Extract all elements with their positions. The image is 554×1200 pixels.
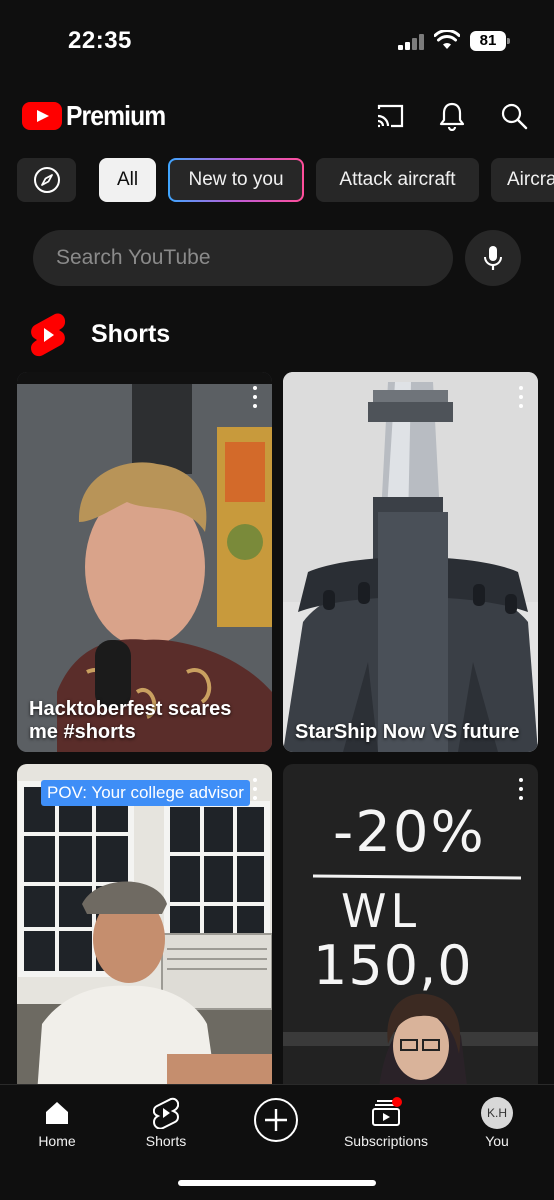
short-card[interactable]: POV: Your college advisor [17, 764, 272, 1094]
explore-chip[interactable] [17, 158, 76, 202]
chip-attack-aircraft[interactable]: Attack aircraft [316, 158, 479, 202]
more-options-icon[interactable] [250, 386, 260, 408]
more-options-icon[interactable] [516, 778, 526, 800]
app-header: Premium [0, 92, 554, 140]
status-time: 22:35 [68, 27, 132, 54]
nav-label: Subscriptions [343, 1133, 429, 1149]
chip-aircraft[interactable]: Aircraft [491, 158, 554, 202]
short-caption: StarShip Now VS future [295, 721, 520, 743]
nav-you[interactable]: K.H You [447, 1095, 547, 1159]
home-icon [46, 1102, 68, 1124]
short-thumbnail [17, 764, 272, 1094]
search-icon[interactable] [494, 96, 534, 136]
shorts-section-header: Shorts [0, 310, 554, 360]
chip-new-to-you[interactable]: New to you [168, 158, 304, 202]
cellular-signal-icon [398, 34, 426, 50]
logo-text: Premium [66, 100, 166, 131]
more-options-icon[interactable] [516, 386, 526, 408]
short-thumbnail [283, 372, 538, 752]
short-card[interactable]: -20% WL 150,0 [283, 764, 538, 1094]
cast-icon[interactable] [370, 96, 410, 136]
notification-dot [392, 1097, 402, 1107]
youtube-logo-icon [22, 102, 62, 130]
short-caption: Hacktoberfest scares me #shorts [29, 698, 232, 743]
avatar-icon: K.H [481, 1097, 513, 1129]
nav-label: Shorts [145, 1133, 187, 1149]
microphone-icon [484, 246, 502, 270]
nav-shorts[interactable]: Shorts [116, 1095, 216, 1159]
search-bar[interactable] [33, 230, 453, 286]
shorts-logo-icon [31, 313, 66, 357]
voice-search-button[interactable] [465, 230, 521, 286]
short-card[interactable]: StarShip Now VS future [283, 372, 538, 752]
youtube-premium-logo[interactable]: Premium [22, 100, 179, 132]
nav-home[interactable]: Home [7, 1095, 107, 1159]
overlay-text-tag: POV: Your college advisor [41, 780, 250, 806]
more-options-icon[interactable] [250, 778, 260, 800]
filter-chips-bar: All New to you Attack aircraft Aircraft [0, 158, 554, 204]
shorts-title: Shorts [91, 320, 171, 348]
status-bar: 22:35 81 [0, 0, 554, 84]
nav-label: You [485, 1133, 509, 1149]
nav-create[interactable] [226, 1095, 326, 1159]
nav-subscriptions[interactable]: Subscriptions [336, 1095, 436, 1159]
notifications-bell-icon[interactable] [432, 96, 472, 136]
short-card[interactable]: Hacktoberfest scares me #shorts [17, 372, 272, 752]
short-thumbnail [17, 372, 272, 752]
compass-icon [33, 167, 60, 193]
wifi-icon [434, 30, 460, 49]
chip-all[interactable]: All [99, 158, 156, 202]
whiteboard-text-percent: -20% [333, 800, 486, 865]
create-plus-icon [254, 1098, 298, 1142]
battery-indicator: 81 [470, 31, 510, 51]
search-input[interactable] [33, 230, 453, 286]
nav-label: Home [38, 1133, 76, 1149]
whiteboard-text-label: WL [341, 884, 421, 938]
whiteboard-text-value: 150,0 [313, 934, 473, 997]
shorts-icon [153, 1097, 179, 1129]
home-indicator[interactable] [178, 1180, 376, 1186]
